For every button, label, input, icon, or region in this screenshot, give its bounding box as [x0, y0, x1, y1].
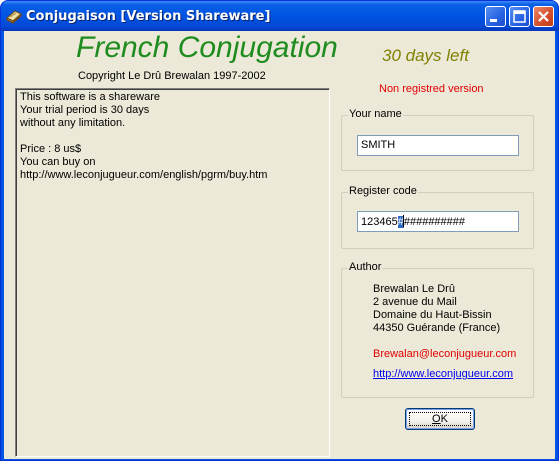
author-address-line3: 44350 Guérande (France) — [373, 322, 501, 334]
your-name-label: Your name — [348, 108, 403, 120]
trial-days-left: 30 days left — [382, 46, 469, 65]
app-heading: French Conjugation — [76, 31, 338, 64]
window-title: Conjugaison [Version Shareware] — [26, 9, 271, 24]
register-code-value-end: ########## — [403, 216, 466, 228]
dialog-body: French Conjugation 30 days left Copyrigh… — [4, 31, 555, 459]
minimize-icon — [490, 19, 497, 22]
author-label: Author — [348, 261, 383, 273]
name-input[interactable]: SMITH — [357, 135, 519, 156]
register-code-group: Register code 123465########### — [341, 185, 534, 249]
info-line: http://www.leconjugueur.com/english/pgrm… — [20, 169, 268, 181]
minimize-button[interactable] — [485, 6, 506, 27]
your-name-group: Your name SMITH — [341, 108, 534, 171]
info-line: Price : 8 us$ — [20, 143, 82, 155]
author-name: Brewalan Le Drû — [373, 283, 455, 295]
info-line: This software is a shareware — [20, 91, 160, 103]
registration-status: Non registred version — [379, 83, 484, 95]
register-code-label: Register code — [348, 185, 418, 197]
info-line: without any limitation. — [20, 117, 126, 129]
info-line — [20, 130, 329, 143]
app-window: Conjugaison [Version Shareware] French C… — [0, 0, 559, 461]
close-button[interactable] — [533, 6, 554, 27]
shareware-info-text[interactable]: This software is a shareware Your trial … — [15, 88, 330, 457]
maximize-icon — [513, 10, 526, 23]
info-line: Your trial period is 30 days — [20, 104, 150, 116]
author-email-link[interactable]: Brewalan@leconjugueur.com — [373, 348, 516, 360]
title-bar[interactable]: Conjugaison [Version Shareware] — [1, 1, 558, 31]
author-address-line2: Domaine du Haut-Bissin — [373, 309, 492, 321]
author-group: Author Brewalan Le Drû 2 avenue du Mail … — [341, 261, 534, 398]
close-icon — [538, 11, 549, 22]
copyright-text: Copyright Le Drû Brewalan 1997-2002 — [78, 70, 266, 82]
register-code-input[interactable]: 123465########### — [357, 211, 519, 232]
author-address-line1: 2 avenue du Mail — [373, 296, 457, 308]
ok-button[interactable]: OK — [405, 408, 475, 430]
name-input-value: SMITH — [361, 139, 396, 151]
focus-rectangle — [409, 412, 471, 426]
author-website-link[interactable]: http://www.leconjugueur.com — [373, 368, 513, 380]
maximize-button[interactable] — [509, 6, 530, 27]
info-line: You can buy on — [20, 156, 96, 168]
app-book-icon — [6, 10, 22, 24]
register-code-value-start: 123465 — [361, 216, 398, 228]
